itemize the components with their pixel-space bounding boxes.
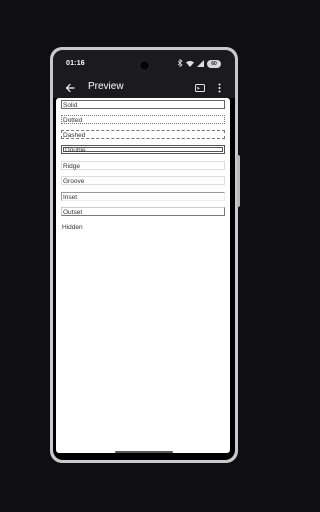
battery-icon: 60 bbox=[207, 60, 221, 68]
border-sample-solid: Solid bbox=[61, 100, 225, 109]
status-icons: 60 bbox=[177, 58, 221, 69]
more-options-button[interactable] bbox=[213, 82, 225, 94]
border-sample-double: Double bbox=[61, 145, 225, 154]
cast-button[interactable] bbox=[194, 82, 206, 94]
phone-frame: 01:16 60 Preview Solid Dotted Dashed Dou… bbox=[50, 47, 238, 463]
border-sample-dotted: Dotted bbox=[61, 115, 225, 124]
phone-side-button bbox=[237, 155, 240, 207]
navigation-handle[interactable] bbox=[115, 451, 173, 453]
phone-screen: 01:16 60 Preview Solid Dotted Dashed Dou… bbox=[53, 50, 235, 460]
bluetooth-icon bbox=[177, 58, 183, 69]
front-camera bbox=[140, 61, 149, 70]
page-title: Preview bbox=[88, 81, 124, 92]
status-bar: 01:16 60 bbox=[53, 50, 235, 78]
arrow-back-icon bbox=[65, 83, 75, 93]
border-sample-groove: Groove bbox=[61, 176, 225, 185]
cast-icon bbox=[195, 83, 205, 92]
border-sample-ridge: Ridge bbox=[61, 161, 225, 170]
border-sample-hidden: Hidden bbox=[62, 224, 83, 231]
wifi-icon bbox=[186, 60, 194, 69]
app-bar: Preview bbox=[53, 78, 235, 98]
preview-content: Solid Dotted Dashed Double Ridge Groove … bbox=[56, 98, 230, 453]
border-sample-inset: Inset bbox=[61, 192, 225, 201]
border-sample-outset: Outset bbox=[61, 207, 225, 216]
back-button[interactable] bbox=[63, 81, 77, 95]
more-vert-icon bbox=[218, 83, 220, 93]
status-time: 01:16 bbox=[66, 60, 85, 67]
signal-icon bbox=[197, 59, 204, 69]
border-sample-dashed: Dashed bbox=[61, 130, 225, 139]
